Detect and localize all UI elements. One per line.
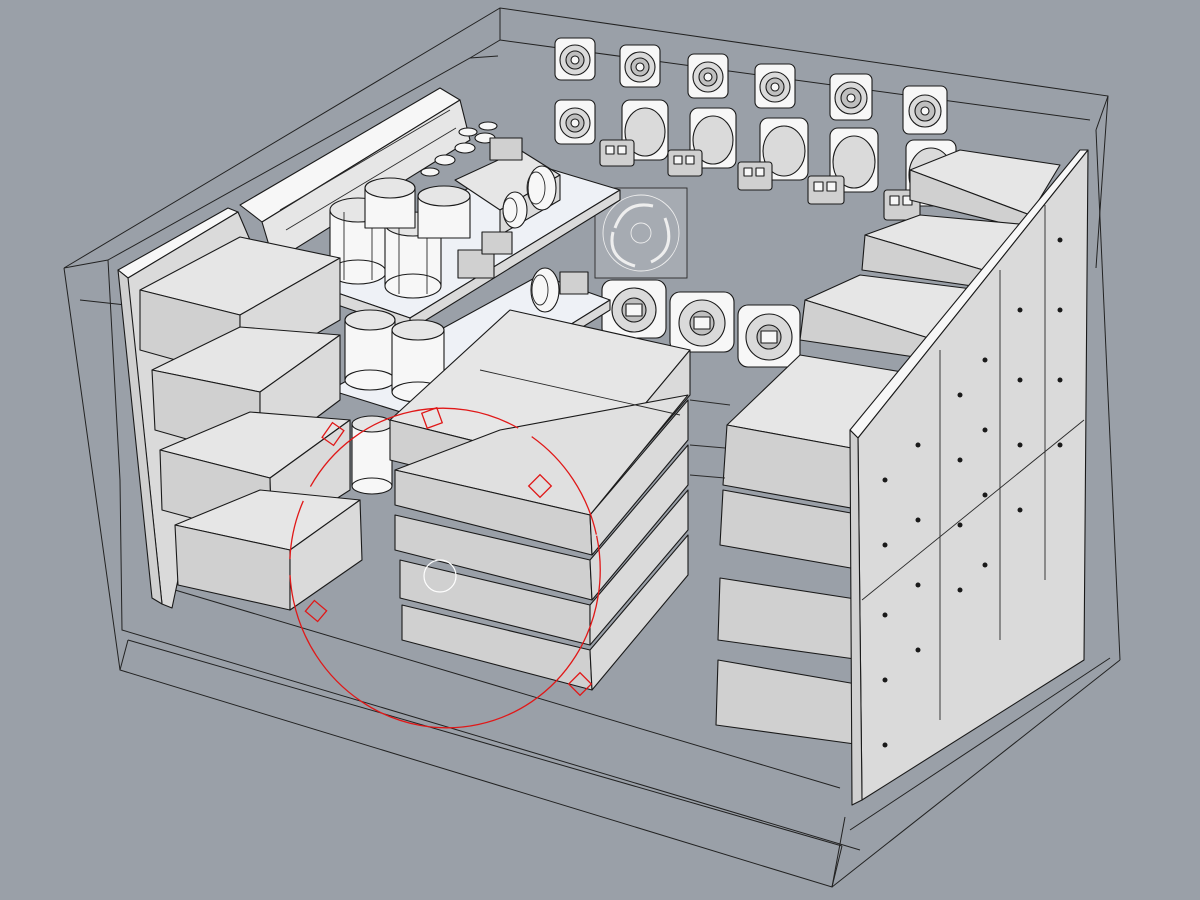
connector-row-top[interactable] [554, 37, 948, 135]
left-battery-stack[interactable] [117, 207, 363, 611]
inductor-coil[interactable] [530, 267, 560, 313]
relay[interactable] [481, 231, 513, 255]
battery-module[interactable] [717, 577, 863, 661]
connector-xlr[interactable] [554, 99, 596, 145]
capacitor[interactable] [351, 415, 393, 495]
connector-speakon-front[interactable] [601, 279, 667, 339]
connector-speakon-front[interactable] [737, 304, 801, 368]
relay[interactable] [559, 271, 589, 295]
connector-xlr[interactable] [754, 63, 796, 109]
capacitor[interactable] [344, 309, 396, 391]
connector-speakon[interactable] [737, 117, 809, 191]
capacitor[interactable] [417, 185, 471, 239]
connector-speakon-front[interactable] [669, 291, 735, 353]
connector-xlr[interactable] [902, 85, 948, 135]
battery-module[interactable] [715, 659, 863, 746]
connector-xlr[interactable] [619, 44, 661, 88]
capacitor[interactable] [364, 177, 416, 229]
connector-xlr[interactable] [829, 73, 873, 121]
gizmo-handle[interactable] [304, 599, 328, 623]
connector-speakon[interactable] [667, 107, 737, 177]
connector-speakon[interactable] [599, 99, 669, 167]
3d-viewport[interactable] [0, 0, 1200, 900]
connector-xlr[interactable] [687, 53, 729, 99]
inductor-coil[interactable] [502, 191, 528, 229]
viewport-canvas[interactable] [0, 0, 1200, 900]
connector-xlr[interactable] [554, 37, 596, 81]
connector-speakon[interactable] [807, 127, 879, 205]
terminal-block[interactable] [489, 137, 523, 161]
